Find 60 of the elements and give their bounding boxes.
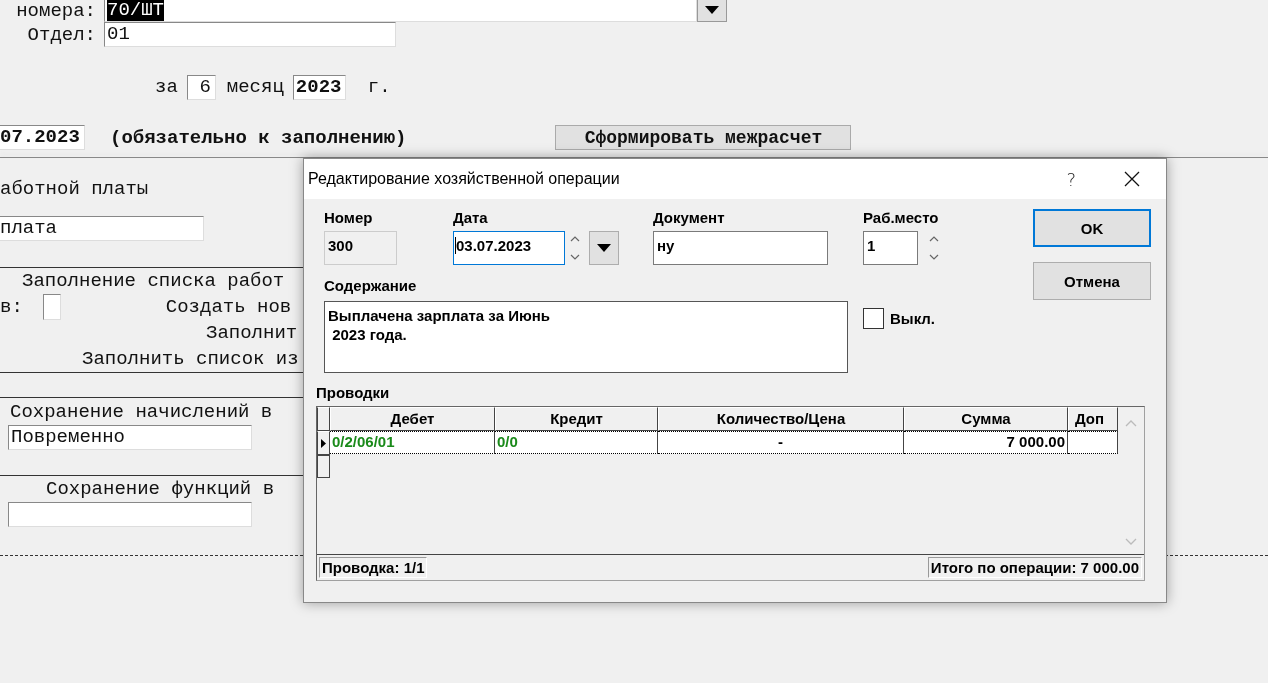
salary-field[interactable]: плата — [0, 215, 204, 241]
table-cell: 0/2/06/01 — [330, 431, 495, 454]
checkbox[interactable] — [863, 308, 884, 329]
date-label: Дата — [453, 209, 489, 228]
caret-icon — [597, 244, 611, 252]
checkbox[interactable] — [42, 294, 61, 320]
table-cell — [1068, 431, 1118, 454]
status-text: Проводка: 1/1 — [319, 557, 428, 578]
column-header[interactable]: Доп — [1068, 407, 1118, 431]
checkbox-label: Выкл. — [890, 310, 936, 327]
cancel-button[interactable]: Отмена — [1033, 262, 1151, 300]
salary-label: аботной платы — [0, 178, 149, 200]
table-cell: - — [658, 431, 904, 454]
content-field[interactable]: Выплачена зарплата за Июнь 2023 года. — [324, 301, 848, 373]
number-label: Номер — [324, 209, 374, 228]
dropdown-button[interactable] — [697, 0, 727, 22]
month-label: месяц — [226, 76, 284, 98]
dropdown-button[interactable] — [589, 231, 619, 265]
content-label: Содержание — [324, 277, 418, 296]
required-note: (обязательно к заполнению) — [110, 126, 407, 149]
workplace-label: Раб.место — [863, 209, 940, 228]
department-label: Отдел: — [26, 23, 96, 46]
column-header[interactable]: Количество/Цена — [658, 407, 904, 431]
workplace-field[interactable]: 1 — [863, 231, 918, 265]
section-title: Сохранение начислений в — [10, 400, 273, 423]
date-field[interactable]: 03.07.2023 — [453, 231, 565, 265]
department-field[interactable]: 01 — [104, 22, 396, 47]
table-cell: 7 000.00 — [904, 431, 1068, 454]
section-title: Сохранение функций в — [46, 478, 275, 500]
caret-icon — [705, 6, 719, 14]
month-field[interactable]: 6 — [186, 74, 216, 100]
period-prefix: за — [155, 76, 178, 98]
window-title: Редактирование хозяйственной операции — [308, 170, 621, 188]
number-label: номера: — [15, 0, 96, 22]
number-field: 300 — [324, 231, 397, 265]
row-header[interactable] — [317, 455, 330, 478]
status-total: Итого по операции: 7 000.00 — [927, 557, 1142, 578]
interim-button[interactable]: Сформировать межрасчет — [555, 125, 852, 150]
functions-field[interactable] — [8, 502, 252, 527]
document-field[interactable]: ну — [653, 231, 828, 265]
document-label: Документ — [653, 209, 726, 228]
fill-label: Заполнит — [206, 322, 298, 344]
date-field[interactable]: 07.2023 — [0, 125, 85, 150]
number-field[interactable]: 70/ШТ — [104, 0, 697, 22]
ok-button[interactable]: OK — [1033, 209, 1151, 247]
checkbox-label: в: — [0, 296, 23, 318]
entries-label: Проводки — [316, 384, 391, 403]
year-suffix: г. — [367, 76, 391, 98]
table-cell: 0/0 — [495, 431, 658, 454]
column-header[interactable]: Дебет — [330, 407, 495, 431]
help-button[interactable]: ? — [1066, 168, 1076, 190]
column-header[interactable]: Сумма — [904, 407, 1068, 431]
column-header[interactable]: Кредит — [495, 407, 658, 431]
close-icon[interactable] — [1124, 171, 1140, 187]
row-pointer-icon — [321, 438, 326, 448]
fill-list-label: Заполнить список из — [82, 348, 299, 370]
year-field[interactable]: 2023 — [292, 74, 346, 100]
accruals-field[interactable]: Повременно — [8, 425, 252, 450]
section-title: Заполнение списка работ — [22, 270, 285, 292]
create-new-label: Создать нов — [165, 296, 292, 318]
